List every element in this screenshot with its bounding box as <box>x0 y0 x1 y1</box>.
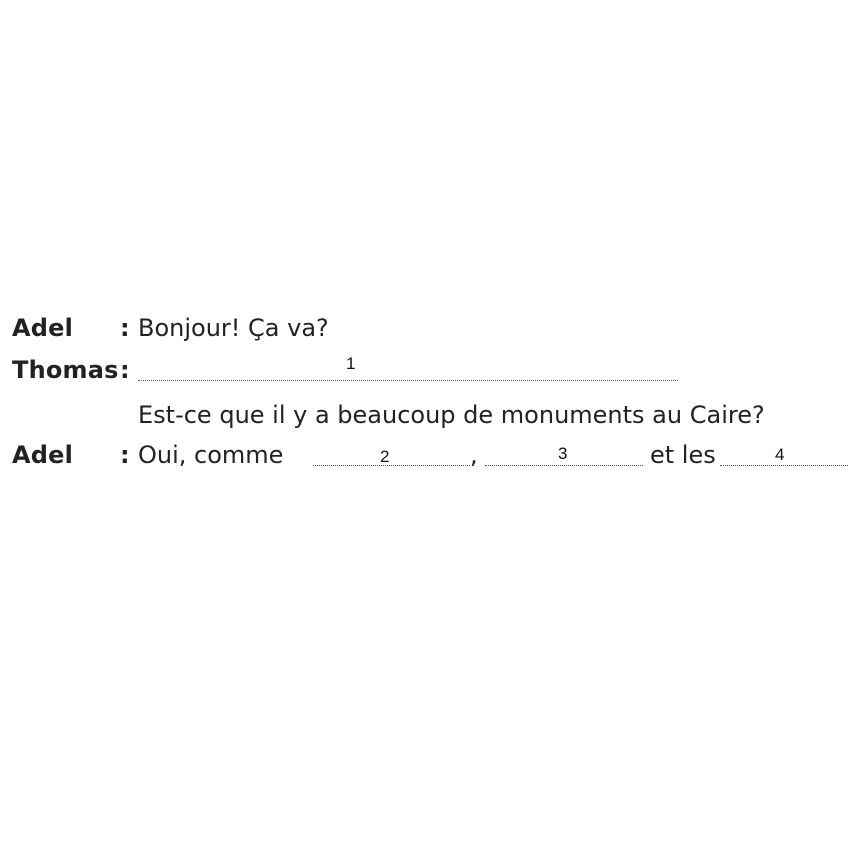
blank-number-2: 2 <box>380 447 390 466</box>
blank-number-3: 3 <box>558 444 568 463</box>
speaker-colon: : <box>120 356 130 384</box>
speaker-adel: Adel <box>12 441 74 469</box>
dialogue-line-4: Adel : Oui, comme 2 , 3 et les 4 <box>0 441 860 475</box>
speaker-thomas: Thomas <box>12 356 119 384</box>
dialogue-text: Est-ce que il y a beaucoup de monuments … <box>138 401 765 429</box>
answer-blank-4[interactable] <box>720 465 848 466</box>
dialogue-text: Oui, comme <box>138 441 284 469</box>
dialogue-line-3: Est-ce que il y a beaucoup de monuments … <box>0 401 860 435</box>
dialogue-line-2: Thomas : 1 <box>0 354 860 390</box>
speaker-colon: : <box>120 441 130 469</box>
blank-number-1: 1 <box>346 354 356 373</box>
comma: , <box>470 441 478 469</box>
dialogue-text: Bonjour! Ça va? <box>138 314 329 342</box>
dialogue-line-1: Adel : Bonjour! Ça va? <box>0 314 860 348</box>
answer-blank-1[interactable] <box>138 380 678 381</box>
speaker-colon: : <box>120 314 130 342</box>
speaker-adel: Adel <box>12 314 74 342</box>
answer-blank-3[interactable] <box>485 465 643 466</box>
dialogue-text: et les <box>650 441 716 469</box>
answer-blank-2[interactable] <box>313 465 470 466</box>
blank-number-4: 4 <box>775 445 785 464</box>
